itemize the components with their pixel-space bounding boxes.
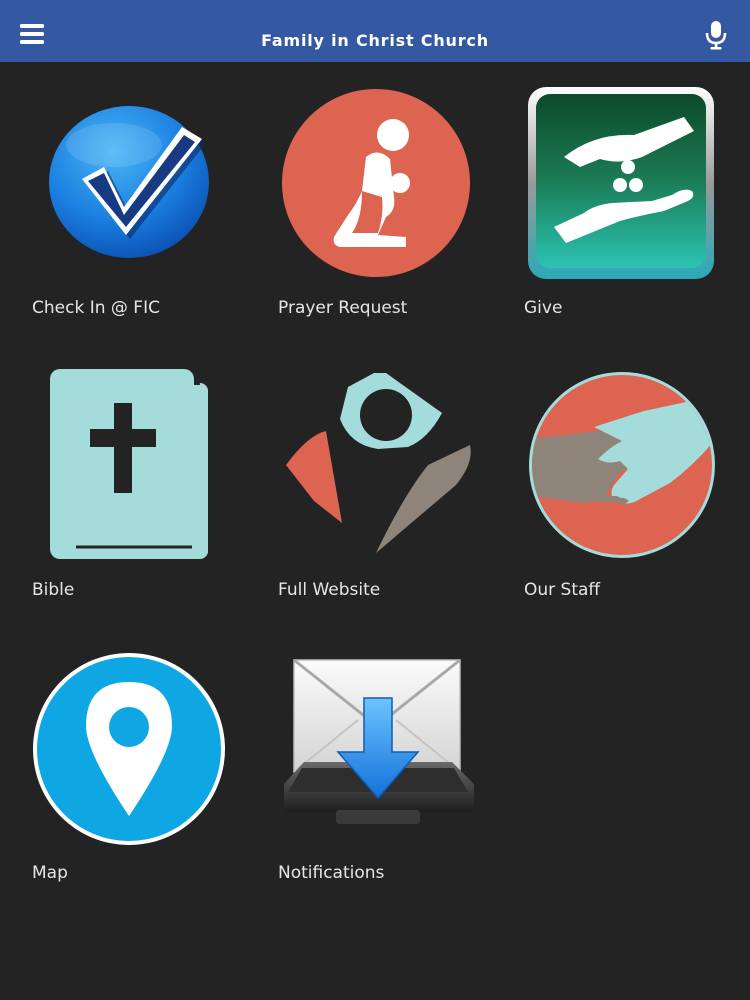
church-logo-icon <box>278 369 488 579</box>
kneeling-prayer-icon <box>278 87 488 297</box>
tile-our-staff[interactable]: Our Staff <box>524 369 750 639</box>
giving-hands-icon <box>524 87 734 297</box>
tile-label: Prayer Request <box>278 298 408 318</box>
tile-notifications[interactable]: Notifications <box>278 652 508 922</box>
tile-map[interactable]: Map <box>32 652 262 922</box>
handshake-icon <box>524 369 734 579</box>
tile-label: Check In @ FIC <box>32 298 160 318</box>
bible-icon <box>32 369 242 579</box>
tile-give[interactable]: Give <box>524 87 750 357</box>
tile-label: Give <box>524 298 563 318</box>
mail-inbox-icon <box>278 652 488 862</box>
tile-check-in[interactable]: Check In @ FIC <box>32 87 262 357</box>
tile-bible[interactable]: Bible <box>32 369 262 639</box>
microphone-icon[interactable] <box>700 18 734 52</box>
tile-label: Full Website <box>278 580 381 600</box>
tile-label: Map <box>32 863 68 883</box>
checkmark-icon <box>32 87 242 297</box>
tile-label: Bible <box>32 580 75 600</box>
tile-label: Notifications <box>278 863 385 883</box>
tile-full-website[interactable]: Full Website <box>278 369 508 639</box>
map-pin-icon <box>32 652 242 862</box>
app-title: Family in Christ Church <box>261 31 489 50</box>
tile-prayer-request[interactable]: Prayer Request <box>278 87 508 357</box>
tile-label: Our Staff <box>524 580 601 600</box>
app-header: Family in Christ Church <box>0 0 750 62</box>
